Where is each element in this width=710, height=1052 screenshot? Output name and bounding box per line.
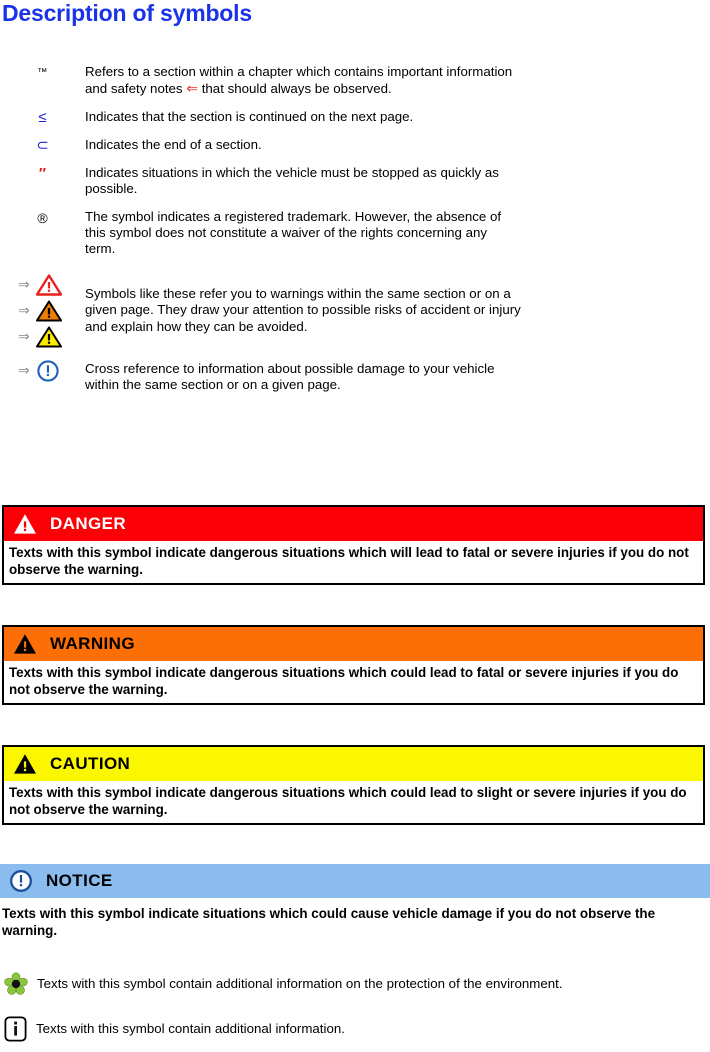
alert-body-caution: Texts with this symbol indicate dangerou… [4, 781, 703, 823]
environment-flower-icon [4, 972, 28, 996]
alert-title-warning: WARNING [50, 634, 135, 653]
alert-header-warning: WARNING [4, 627, 703, 661]
legend-item-trademark: ™ Refers to a section within a chapter w… [0, 64, 710, 98]
notice-title: NOTICE [46, 871, 113, 890]
alert-title-caution: CAUTION [50, 754, 131, 773]
end-of-section-symbol: ⊂ [36, 136, 49, 154]
notice-body: Texts with this symbol indicate situatio… [2, 906, 656, 938]
legend-notice-line: ⇒ [0, 358, 85, 384]
right-double-arrow-icon: ⇒ [18, 302, 30, 319]
notice-circle-blue-icon [36, 359, 60, 383]
warning-triangle-orange-icon [36, 300, 62, 322]
alert-box-warning: WARNING Texts with this symbol indicate … [2, 625, 705, 705]
legend-warning-line-orange: ⇒ [0, 298, 85, 324]
registered-trademark-symbol: ® [37, 209, 48, 226]
footnote-information: Texts with this symbol contain additiona… [4, 1016, 704, 1042]
stop-vehicle-symbol: ″ [38, 164, 47, 182]
alert-title-danger: DANGER [50, 514, 127, 533]
footnote-information-text: Texts with this symbol contain additiona… [36, 1020, 345, 1036]
alert-box-caution: CAUTION Texts with this symbol indicate … [2, 745, 705, 825]
legend-item-registered: ® The symbol indicates a registered trad… [0, 209, 710, 258]
legend-group-warnings: ⇒ ⇒ ⇒ Symbols like these refer you to wa… [0, 272, 710, 350]
alert-box-danger: DANGER Texts with this symbol indicate d… [2, 505, 705, 585]
alert-body-warning: Texts with this symbol indicate dangerou… [4, 661, 703, 703]
left-double-arrow-icon: ⇐ [186, 80, 199, 97]
legend-item-trademark-text: Refers to a section within a chapter whi… [85, 64, 515, 98]
notice-header: NOTICE [0, 864, 710, 898]
trademark-symbol: ™ [37, 67, 48, 78]
legend-warning-icons: ⇒ ⇒ ⇒ [0, 272, 85, 350]
footnote-environment-text: Texts with this symbol contain additiona… [37, 975, 563, 991]
legend-notice-icons: ⇒ [0, 358, 85, 384]
legend-group-warnings-text: Symbols like these refer you to warnings… [85, 285, 521, 334]
continued-next-page-symbol: ≤ [38, 108, 47, 126]
information-icon [4, 1016, 27, 1042]
warning-triangle-icon [13, 753, 37, 775]
legend-group-notice-text: Cross reference to information about pos… [85, 360, 495, 393]
symbol-legend: ™ Refers to a section within a chapter w… [0, 64, 710, 394]
legend-item-stop-vehicle-text: Indicates situations in which the vehicl… [85, 164, 499, 197]
warning-triangle-yellow-icon [36, 326, 62, 348]
page-title: Description of symbols [2, 0, 252, 26]
legend-item-continued-text: Indicates that the section is continued … [85, 108, 414, 124]
alert-header-caution: CAUTION [4, 747, 703, 781]
legend-text-after: that should always be observed. [198, 81, 392, 97]
right-double-arrow-icon: ⇒ [18, 362, 30, 379]
legend-item-end-of-section-text: Indicates the end of a section. [85, 136, 262, 152]
notice-circle-icon [9, 869, 33, 893]
legend-item-stop-vehicle: ″ Indicates situations in which the vehi… [0, 165, 710, 198]
warning-triangle-icon [13, 633, 37, 655]
legend-item-end-of-section: ⊂ Indicates the end of a section. [0, 137, 710, 154]
legend-warning-line-red: ⇒ [0, 272, 85, 298]
footnote-environment: Texts with this symbol contain additiona… [4, 972, 704, 996]
legend-item-registered-text: The symbol indicates a registered tradem… [85, 208, 502, 257]
alert-header-danger: DANGER [4, 507, 703, 541]
legend-group-notice: ⇒ Cross reference to information about p… [0, 358, 710, 394]
legend-warning-line-yellow: ⇒ [0, 324, 85, 350]
right-double-arrow-icon: ⇒ [18, 328, 30, 345]
right-double-arrow-icon: ⇒ [18, 276, 30, 293]
alert-body-danger: Texts with this symbol indicate dangerou… [4, 541, 703, 583]
warning-triangle-red-outline-icon [36, 274, 62, 296]
legend-item-continued: ≤ Indicates that the section is continue… [0, 109, 710, 126]
warning-triangle-icon [13, 513, 37, 535]
